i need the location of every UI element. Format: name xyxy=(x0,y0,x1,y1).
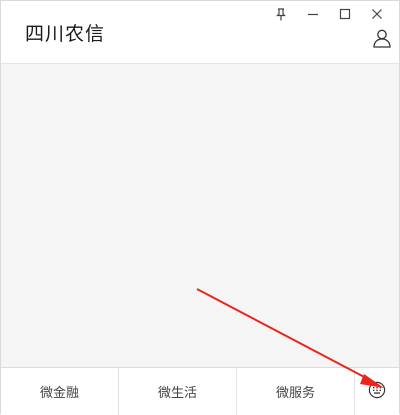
app-window: 四川农信 微金融 微生活 微服务 xyxy=(0,0,400,415)
menu-tab-label: 微金融 xyxy=(39,386,79,401)
user-icon xyxy=(372,28,392,52)
close-icon xyxy=(371,8,383,20)
menu-tab-weifuwu[interactable]: 微服务 xyxy=(237,368,355,415)
keyboard-toggle-button[interactable] xyxy=(355,368,399,415)
title-bar: 四川农信 xyxy=(1,1,399,64)
maximize-button[interactable] xyxy=(329,3,361,25)
pin-button[interactable] xyxy=(265,3,297,25)
maximize-icon xyxy=(339,8,351,20)
window-title: 四川农信 xyxy=(25,23,106,45)
bottom-menu-bar: 微金融 微生活 微服务 xyxy=(1,367,399,415)
keyboard-icon xyxy=(368,381,386,403)
user-profile-button[interactable] xyxy=(371,29,393,51)
minimize-button[interactable] xyxy=(297,3,329,25)
menu-tab-label: 微生活 xyxy=(157,386,197,401)
window-controls xyxy=(265,3,393,25)
menu-tab-label: 微服务 xyxy=(275,386,315,401)
minimize-icon xyxy=(307,8,319,20)
menu-tab-weijinrong[interactable]: 微金融 xyxy=(1,368,119,415)
message-area xyxy=(1,64,399,367)
menu-tab-weishenghuo[interactable]: 微生活 xyxy=(119,368,237,415)
pin-icon xyxy=(275,7,287,21)
close-button[interactable] xyxy=(361,3,393,25)
